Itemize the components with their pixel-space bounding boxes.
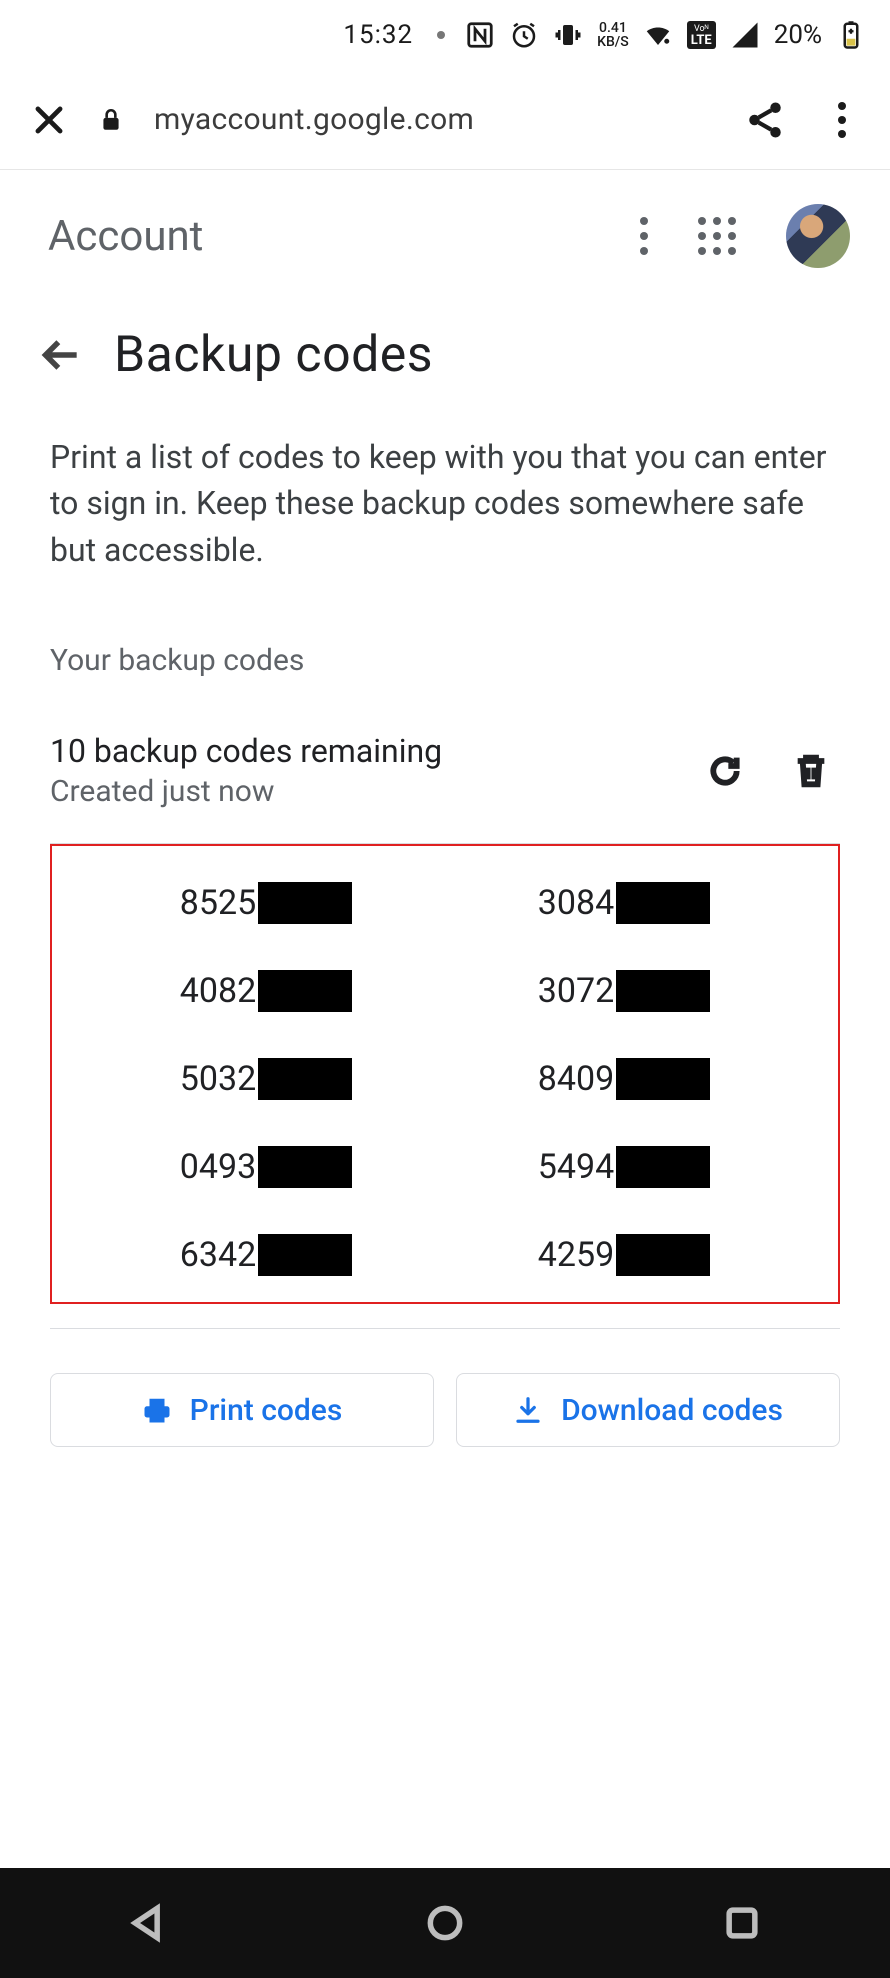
backup-code: 8409 — [450, 1058, 798, 1100]
alarm-icon — [509, 20, 539, 50]
nav-recent-icon[interactable] — [720, 1901, 764, 1945]
backup-code: 8525 — [92, 882, 440, 924]
download-codes-button[interactable]: Download codes — [456, 1373, 840, 1447]
nfc-icon — [465, 20, 495, 50]
network-speed-indicator: 0.41 KB/S — [597, 21, 629, 49]
print-codes-label: Print codes — [190, 1393, 343, 1428]
codes-status-row: 10 backup codes remaining Created just n… — [0, 678, 890, 839]
redaction-block — [616, 1234, 710, 1276]
redaction-block — [258, 882, 352, 924]
backup-code: 0493 — [92, 1146, 440, 1188]
cellular-signal-icon — [730, 20, 760, 50]
codes-remaining: 10 backup codes remaining — [50, 732, 664, 770]
backup-code: 3072 — [450, 970, 798, 1012]
network-speed-unit: KB/S — [597, 35, 629, 49]
backup-code: 5032 — [92, 1058, 440, 1100]
status-separator-dot — [437, 31, 445, 39]
regenerate-codes-button[interactable] — [700, 746, 750, 796]
status-time: 15:32 — [343, 20, 413, 50]
account-app-header: Account — [0, 170, 890, 292]
android-status-bar: 15:32 0.41 KB/S VoᴺLTE 20% — [0, 0, 890, 70]
back-arrow-icon[interactable] — [40, 333, 84, 377]
redaction-block — [616, 882, 710, 924]
codes-actions: Print codes Download codes — [0, 1329, 890, 1447]
share-icon[interactable] — [744, 99, 786, 141]
browser-url-bar: myaccount.google.com — [0, 70, 890, 170]
delete-codes-button[interactable] — [786, 746, 836, 796]
network-speed-value: 0.41 — [599, 21, 627, 35]
battery-percentage: 20% — [774, 20, 822, 50]
backup-code: 3084 — [450, 882, 798, 924]
codes-created: Created just now — [50, 774, 664, 809]
lock-icon — [98, 107, 124, 133]
battery-charging-icon — [836, 20, 866, 50]
close-icon[interactable] — [30, 101, 68, 139]
vibrate-icon — [553, 20, 583, 50]
backup-codes-grid: 8525 3084 4082 3072 5032 8409 0493 5494 … — [92, 882, 798, 1276]
backup-codes-box: 8525 3084 4082 3072 5032 8409 0493 5494 … — [50, 844, 840, 1304]
redaction-block — [258, 1146, 352, 1188]
avatar[interactable] — [786, 204, 850, 268]
backup-code: 6342 — [92, 1234, 440, 1276]
nav-home-icon[interactable] — [423, 1901, 467, 1945]
page-description: Print a list of codes to keep with you t… — [0, 404, 890, 573]
backup-code: 4082 — [92, 970, 440, 1012]
backup-code: 5494 — [450, 1146, 798, 1188]
print-codes-button[interactable]: Print codes — [50, 1373, 434, 1447]
refresh-icon — [705, 751, 745, 791]
backup-code: 4259 — [450, 1234, 798, 1276]
download-codes-label: Download codes — [561, 1393, 783, 1428]
print-icon — [142, 1395, 172, 1425]
redaction-block — [616, 1146, 710, 1188]
redaction-block — [258, 970, 352, 1012]
wifi-icon — [643, 20, 673, 50]
redaction-block — [616, 1058, 710, 1100]
page-title-row: Backup codes — [0, 292, 890, 404]
redaction-block — [258, 1234, 352, 1276]
section-label: Your backup codes — [0, 573, 890, 678]
page-title: Backup codes — [114, 326, 433, 384]
apps-grid-icon[interactable] — [698, 217, 736, 255]
header-overflow-menu[interactable] — [640, 217, 648, 255]
download-icon — [513, 1395, 543, 1425]
browser-overflow-menu[interactable] — [838, 102, 846, 138]
android-nav-bar — [0, 1868, 890, 1978]
redaction-block — [258, 1058, 352, 1100]
page-host[interactable]: myaccount.google.com — [154, 102, 714, 137]
nav-back-icon[interactable] — [126, 1901, 170, 1945]
redaction-block — [616, 970, 710, 1012]
volte-indicator: VoᴺLTE — [687, 21, 716, 49]
app-title: Account — [48, 212, 622, 261]
trash-icon — [791, 751, 831, 791]
